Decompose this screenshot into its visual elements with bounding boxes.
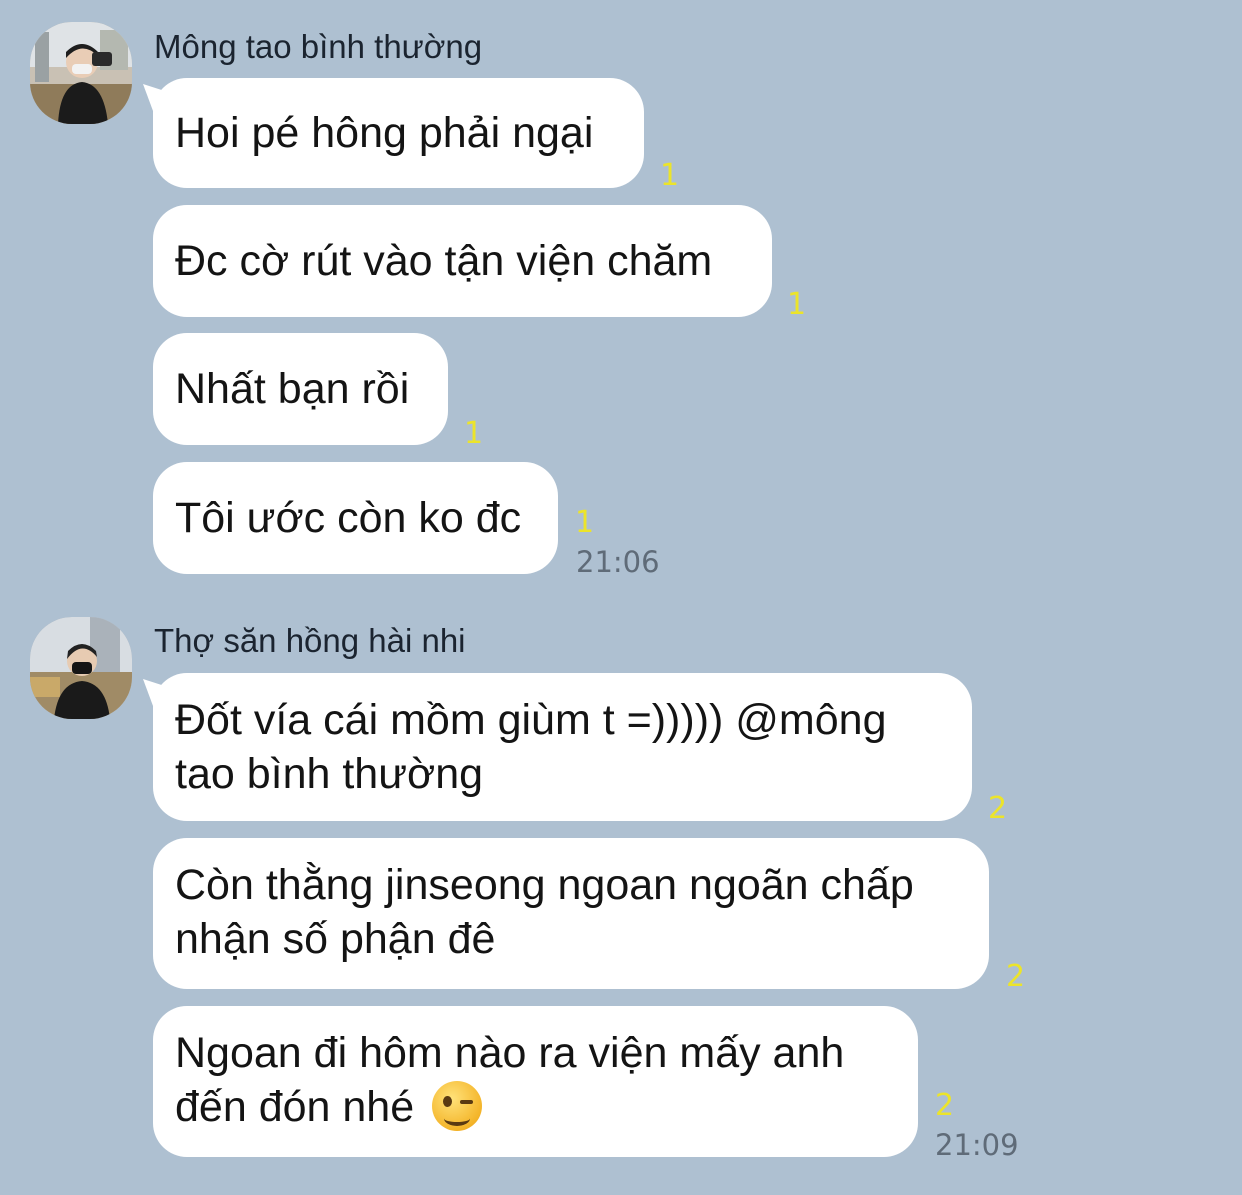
message-text: Còn thằng jinseong ngoan ngoãn chấp nhận… (175, 861, 914, 963)
winking-face-emoji (432, 1080, 483, 1131)
sender-avatar[interactable] (30, 22, 132, 124)
message-bubble[interactable]: Tôi ước còn ko đc (153, 462, 558, 574)
message-text: Nhất bạn rồi (175, 365, 410, 413)
unread-count: 2 (935, 1088, 955, 1123)
unread-count: 1 (660, 158, 680, 193)
message-time: 21:06 (576, 545, 660, 579)
message-bubble[interactable]: Nhất bạn rồi (153, 333, 448, 445)
message-text: Ngoan đi hôm nào ra viện mấy anh đến đón… (175, 1026, 858, 1135)
message-text: Đc cờ rút vào tận viện chăm (175, 237, 713, 285)
unread-count: 1 (464, 416, 484, 451)
unread-count: 1 (575, 505, 595, 540)
message-text-body: Ngoan đi hôm nào ra viện mấy anh đến đón… (175, 1029, 845, 1131)
message-bubble[interactable]: Đc cờ rút vào tận viện chăm (153, 205, 772, 317)
unread-count: 2 (1006, 959, 1026, 994)
user-avatar-icon (30, 617, 132, 719)
message-bubble[interactable]: Còn thằng jinseong ngoan ngoãn chấp nhận… (153, 838, 989, 989)
message-bubble[interactable]: Đốt vía cái mồm giùm t =))))) @mông tao … (153, 673, 972, 821)
sender-name: Thợ săn hồng hài nhi (154, 622, 466, 659)
unread-count: 2 (988, 791, 1008, 826)
message-text: Đốt vía cái mồm giùm t =))))) @mông tao … (175, 696, 887, 798)
user-avatar-icon (30, 22, 132, 124)
message-bubble[interactable]: Ngoan đi hôm nào ra viện mấy anh đến đón… (153, 1006, 918, 1157)
message-bubble[interactable]: Hoi pé hông phải ngại (153, 78, 644, 188)
message-text: Tôi ước còn ko đc (175, 494, 522, 542)
message-text: Hoi pé hông phải ngại (175, 109, 594, 157)
message-time: 21:09 (935, 1128, 1019, 1162)
sender-name: Mông tao bình thường (154, 28, 483, 65)
unread-count: 1 (787, 287, 807, 322)
sender-avatar[interactable] (30, 617, 132, 719)
